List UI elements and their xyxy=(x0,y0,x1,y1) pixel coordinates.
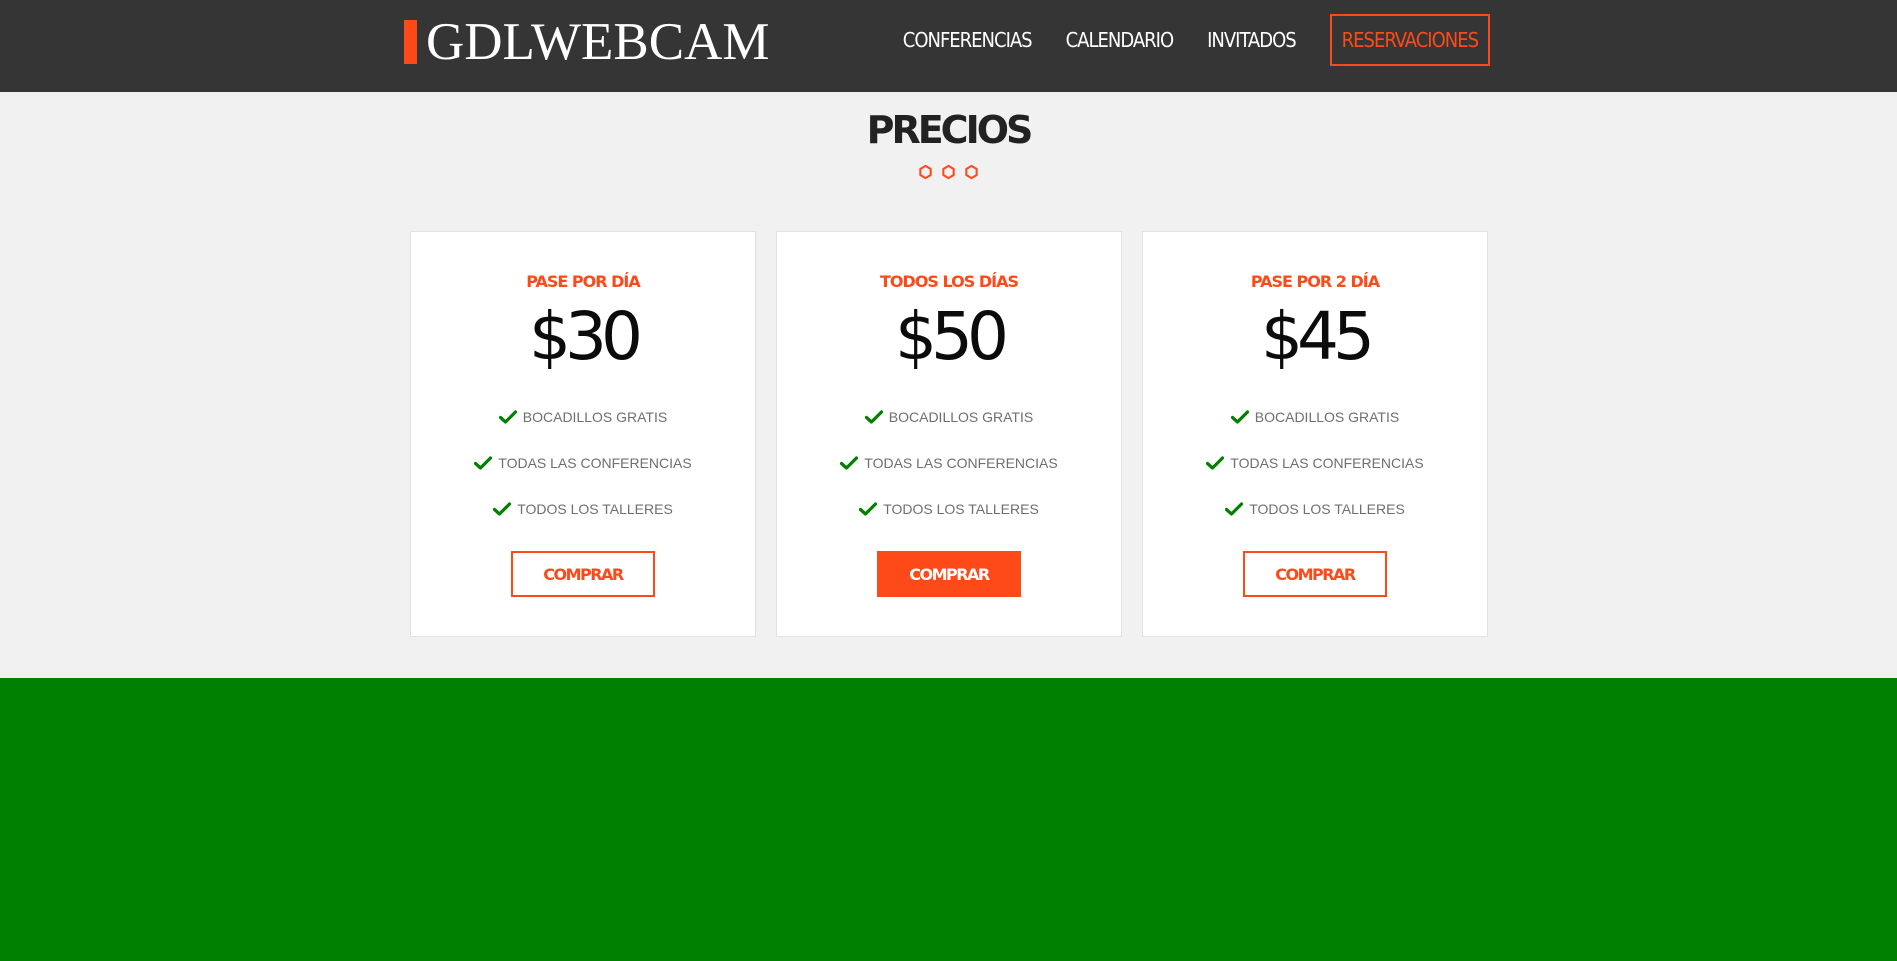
feature-item: BOCADILLOS GRATIS xyxy=(1143,394,1487,440)
plan-price: $30 xyxy=(529,298,643,375)
nav-item-conferencias[interactable]: CONFERENCIAS xyxy=(903,28,1033,52)
feature-item: TODAS LAS CONFERENCIAS xyxy=(1143,440,1487,486)
pricing-card: PASE POR DÍA $30 BOCADILLOS GRATIS TODAS… xyxy=(410,231,756,637)
feature-item: TODAS LAS CONFERENCIAS xyxy=(411,440,755,486)
main-nav: CONFERENCIAS CALENDARIO INVITADOS RESERV… xyxy=(869,14,1490,66)
buy-button[interactable]: COMPRAR xyxy=(1243,551,1387,597)
feature-list: BOCADILLOS GRATIS TODAS LAS CONFERENCIAS… xyxy=(1143,394,1487,532)
feature-label: TODAS LAS CONFERENCIAS xyxy=(498,455,692,471)
feature-item: TODOS LOS TALLERES xyxy=(777,486,1121,532)
feature-label: BOCADILLOS GRATIS xyxy=(522,409,668,425)
feature-item: TODOS LOS TALLERES xyxy=(411,486,755,532)
title-divider xyxy=(918,164,979,180)
plan-name: PASE POR DÍA xyxy=(526,272,641,291)
feature-label: TODOS LOS TALLERES xyxy=(517,501,673,517)
nav-item-reservaciones[interactable]: RESERVACIONES xyxy=(1329,14,1490,66)
section-title: PRECIOS xyxy=(866,108,1034,152)
pricing-cards: PASE POR DÍA $30 BOCADILLOS GRATIS TODAS… xyxy=(410,231,1488,637)
feature-label: TODOS LOS TALLERES xyxy=(1249,501,1405,517)
feature-item: BOCADILLOS GRATIS xyxy=(411,394,755,440)
plan-price: $45 xyxy=(1261,298,1375,375)
green-section xyxy=(0,678,1897,961)
buy-button[interactable]: COMPRAR xyxy=(877,551,1021,597)
plan-name: PASE POR 2 DÍA xyxy=(1250,272,1380,291)
feature-label: BOCADILLOS GRATIS xyxy=(1254,409,1400,425)
feature-label: TODAS LAS CONFERENCIAS xyxy=(864,455,1058,471)
check-icon xyxy=(840,456,859,470)
feature-label: TODAS LAS CONFERENCIAS xyxy=(1230,455,1424,471)
feature-label: BOCADILLOS GRATIS xyxy=(888,409,1034,425)
check-icon xyxy=(498,410,517,424)
check-icon xyxy=(1230,410,1249,424)
nav-item-invitados[interactable]: INVITADOS xyxy=(1207,28,1297,52)
check-icon xyxy=(1206,456,1225,470)
hexagon-icon xyxy=(965,164,978,180)
feature-list: BOCADILLOS GRATIS TODAS LAS CONFERENCIAS… xyxy=(411,394,755,532)
nav-item-calendario[interactable]: CALENDARIO xyxy=(1066,28,1174,52)
plan-name: TODOS LOS DÍAS xyxy=(880,272,1019,291)
feature-label: TODOS LOS TALLERES xyxy=(883,501,1039,517)
feature-item: TODOS LOS TALLERES xyxy=(1143,486,1487,532)
logo-text: GDLWEBCAM xyxy=(426,12,770,71)
top-header: GDLWEBCAM CONFERENCIAS CALENDARIO INVITA… xyxy=(0,0,1897,92)
check-icon xyxy=(859,502,878,516)
pricing-card: PASE POR 2 DÍA $45 BOCADILLOS GRATIS TOD… xyxy=(1142,231,1488,637)
check-icon xyxy=(1225,502,1244,516)
hexagon-icon xyxy=(919,164,932,180)
check-icon xyxy=(493,502,512,516)
plan-price: $50 xyxy=(895,298,1009,375)
check-icon xyxy=(864,410,883,424)
buy-button[interactable]: COMPRAR xyxy=(511,551,655,597)
check-icon xyxy=(474,456,493,470)
feature-item: BOCADILLOS GRATIS xyxy=(777,394,1121,440)
feature-list: BOCADILLOS GRATIS TODAS LAS CONFERENCIAS… xyxy=(777,394,1121,532)
feature-item: TODAS LAS CONFERENCIAS xyxy=(777,440,1121,486)
pricing-card-featured: TODOS LOS DÍAS $50 BOCADILLOS GRATIS TOD… xyxy=(776,231,1122,637)
logo-bar-icon xyxy=(404,20,417,64)
hexagon-icon xyxy=(942,164,955,180)
site-logo[interactable]: GDLWEBCAM xyxy=(404,12,770,71)
